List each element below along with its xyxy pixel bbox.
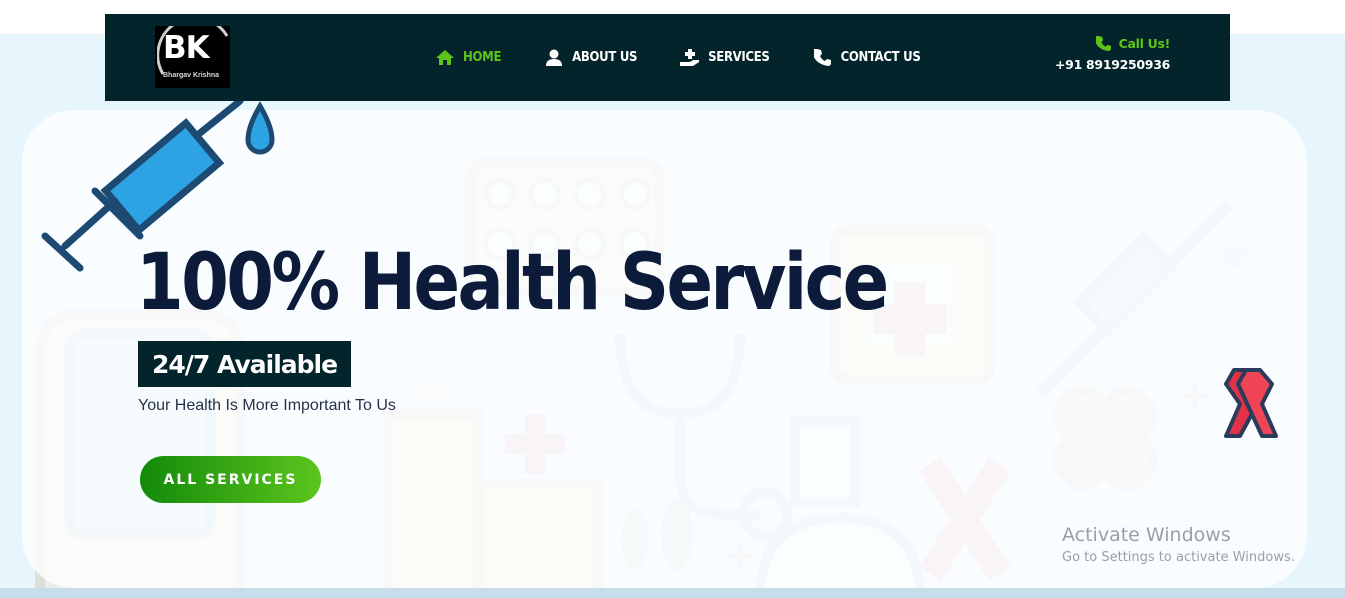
logo-text: BK bbox=[163, 30, 210, 66]
activate-windows-watermark: Activate Windows Go to Settings to activ… bbox=[1062, 524, 1295, 565]
nav-item-home[interactable]: HOME bbox=[435, 49, 501, 67]
watermark-title: Activate Windows bbox=[1062, 524, 1231, 546]
nav-item-label: CONTACT US bbox=[840, 50, 921, 65]
nav-item-label: SERVICES bbox=[708, 50, 770, 65]
phone-number[interactable]: +91 8919250936 bbox=[1055, 57, 1170, 72]
awareness-ribbon-icon bbox=[1224, 368, 1278, 438]
phone-icon bbox=[1095, 36, 1111, 51]
nav-item-services[interactable]: SERVICES bbox=[680, 49, 770, 67]
hero-tagline: Your Health Is More Important To Us bbox=[138, 397, 396, 414]
call-us-block[interactable]: Call Us! +91 8919250936 bbox=[1055, 36, 1170, 72]
page: BK Bhargav Krishna HOME ABOUT US SERVICE… bbox=[0, 0, 1345, 598]
brand-logo[interactable]: BK Bhargav Krishna bbox=[155, 26, 230, 88]
nav-item-contact-us[interactable]: CONTACT US bbox=[813, 49, 921, 67]
all-services-button[interactable]: ALL SERVICES bbox=[140, 456, 321, 503]
availability-badge: 24/7 Available bbox=[138, 341, 352, 387]
nav-item-label: ABOUT US bbox=[572, 50, 638, 65]
nav-item-about-us[interactable]: ABOUT US bbox=[544, 49, 637, 67]
call-us-label-row: Call Us! bbox=[1055, 36, 1170, 51]
phone-icon bbox=[813, 49, 833, 67]
nav-item-label: HOME bbox=[463, 50, 502, 65]
logo-subtitle: Bhargav Krishna bbox=[163, 72, 220, 79]
call-us-label: Call Us! bbox=[1118, 36, 1171, 51]
home-icon bbox=[435, 49, 455, 67]
user-icon bbox=[544, 49, 564, 67]
site-header: BK Bhargav Krishna HOME ABOUT US SERVICE… bbox=[105, 14, 1230, 101]
hero-title: 100% Health Service bbox=[136, 238, 889, 328]
watermark-subtitle: Go to Settings to activate Windows. bbox=[1062, 550, 1295, 565]
hand-medical-icon bbox=[680, 49, 700, 67]
main-nav: HOME ABOUT US SERVICES CONTACT US bbox=[435, 14, 963, 101]
